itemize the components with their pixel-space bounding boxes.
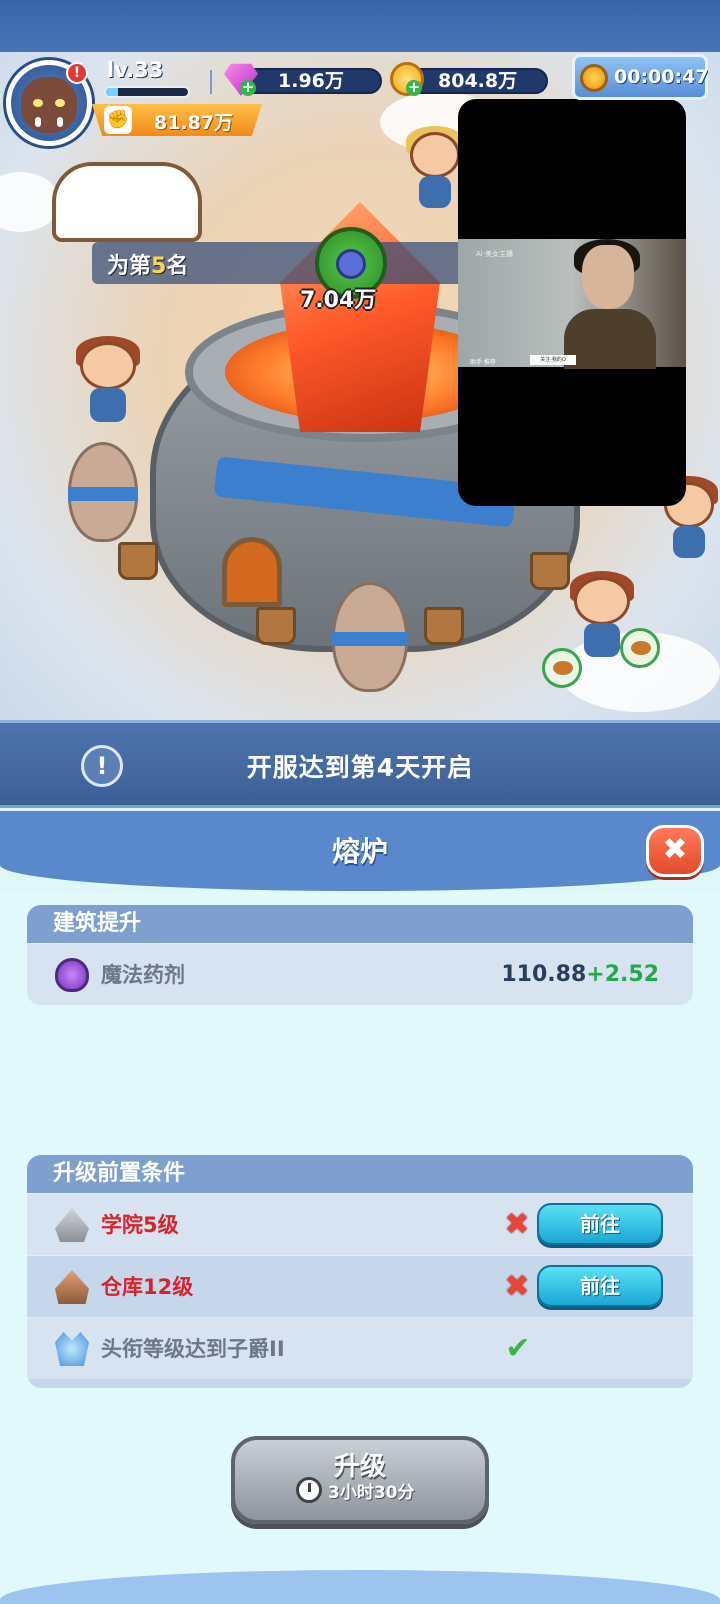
timer-coin-icon	[580, 64, 608, 92]
snow-patch	[0, 172, 60, 232]
gold-value: 804.8万	[438, 70, 518, 92]
unlock-notice-text: 开服达到第4天开启	[246, 753, 474, 782]
prerequisite-label: 学院5级	[101, 1213, 179, 1237]
fist-icon: ✊	[104, 106, 132, 134]
potion-icon	[336, 249, 366, 279]
upgrade-time: 3小时30分	[328, 1483, 415, 1503]
video-follow-button[interactable]: 关注·我的Q	[530, 355, 576, 365]
bonus-increase-value: +2.52	[586, 962, 659, 987]
bonus-row: 魔法药剂 110.88+2.52	[27, 943, 693, 1005]
lava-bucket	[118, 542, 158, 580]
lava-bucket	[530, 552, 570, 590]
prerequisite-row: 仓库12级 ✖ 前往	[27, 1255, 693, 1317]
standing-stone	[332, 582, 408, 692]
potion-icon	[55, 958, 89, 992]
building-bonus-panel: 建筑提升 魔法药剂 110.88+2.52	[27, 905, 693, 1005]
lava-bucket	[424, 607, 464, 645]
go-academy-button[interactable]: 前往	[537, 1203, 663, 1245]
building-bonus-header: 建筑提升	[27, 905, 693, 943]
video-caption: 助手·推荐	[470, 359, 496, 366]
boar-warrior-icon	[21, 77, 77, 133]
lava-bucket	[256, 607, 296, 645]
top-status-band	[0, 0, 720, 60]
standing-stone	[68, 442, 138, 542]
xp-fill	[106, 88, 119, 96]
rank-text: 为第5名	[107, 254, 189, 279]
prerequisites-panel: 升级前置条件 学院5级 ✖ 前往 仓库12级 ✖ 前往 头衔等级达到子爵II ✔	[27, 1155, 693, 1388]
bonus-base-value: 110.88	[501, 962, 587, 987]
food-ready-bubble[interactable]	[620, 628, 660, 668]
add-gold-icon[interactable]: +	[406, 80, 422, 96]
villager-character[interactable]	[76, 336, 140, 422]
unmet-cross-icon: ✖	[504, 1269, 530, 1304]
timer-value: 00:00:47	[614, 66, 709, 88]
villager-character[interactable]	[406, 126, 464, 208]
furnace-door	[222, 537, 282, 607]
academy-icon	[55, 1208, 89, 1242]
add-gem-icon[interactable]: +	[240, 80, 256, 96]
clock-icon	[296, 1477, 322, 1503]
crown-icon	[55, 1332, 89, 1366]
video-frame: Ai·美女主播 助手·推荐 关注·我的Q	[458, 239, 686, 369]
power-value: 81.87万	[154, 112, 234, 134]
food-ready-bubble[interactable]	[542, 648, 582, 688]
bonus-value: 110.88+2.52	[501, 944, 659, 1005]
prerequisites-header: 升级前置条件	[27, 1155, 693, 1193]
xp-bar	[104, 86, 190, 98]
potion-amount: 7.04万	[300, 288, 377, 313]
dialog-title: 熔炉	[331, 835, 388, 868]
close-button[interactable]: ✖	[646, 825, 704, 877]
alert-badge: !	[66, 62, 88, 84]
prerequisite-row: 学院5级 ✖ 前往	[27, 1193, 693, 1255]
bonus-item-label: 魔法药剂	[101, 963, 185, 987]
video-watermark: Ai·美女主播	[476, 250, 513, 258]
player-level: lv.33	[107, 58, 164, 82]
prerequisite-label: 仓库12级	[101, 1275, 194, 1299]
video-person	[564, 239, 656, 369]
tent-building[interactable]	[52, 162, 202, 242]
video-ad-overlay[interactable]: Ai·美女主播 助手·推荐 关注·我的Q	[458, 99, 686, 506]
hud-divider	[210, 70, 212, 94]
warehouse-icon	[55, 1270, 89, 1304]
prerequisite-label: 头衔等级达到子爵II	[101, 1337, 285, 1361]
gem-value: 1.96万	[278, 70, 344, 92]
met-check-icon: ✔	[505, 1331, 531, 1366]
go-warehouse-button[interactable]: 前往	[537, 1265, 663, 1307]
unmet-cross-icon: ✖	[504, 1207, 530, 1242]
prerequisite-row: 头衔等级达到子爵II ✔	[27, 1317, 693, 1379]
